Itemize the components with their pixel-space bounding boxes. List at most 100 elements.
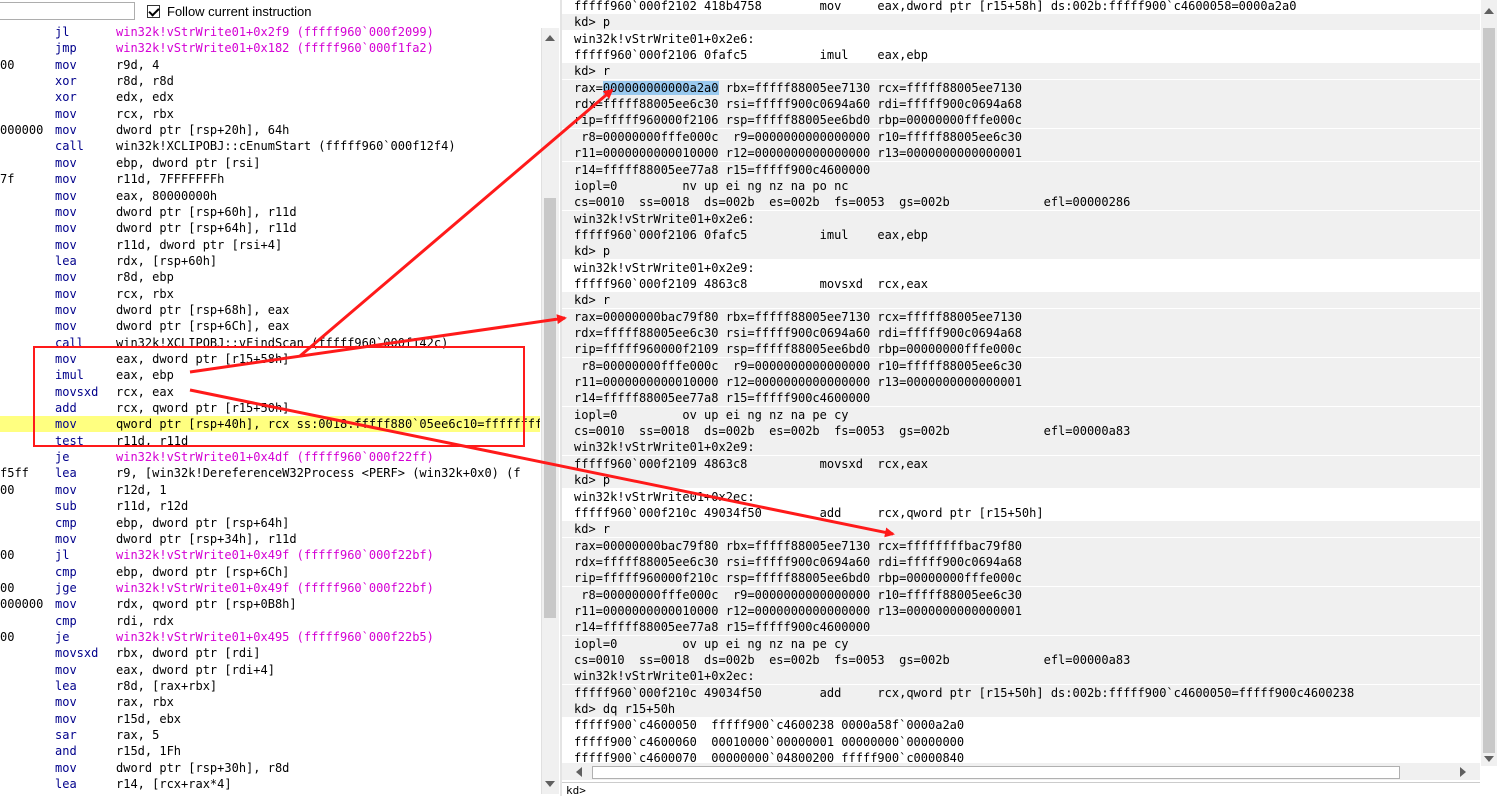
disasm-line[interactable]: lea r8d, [rax+rbx] <box>0 678 540 694</box>
command-output-line: iopl=0 nv up ei ng nz na po nc <box>562 177 1480 194</box>
output-text: iopl=0 ov up ei ng nz na pe cy <box>574 636 849 651</box>
disasm-operands: win32k!vStrWrite01+0x49f (fffff960`000f2… <box>116 580 434 595</box>
output-text: cs=0010 ss=0018 ds=002b es=002b fs=0053 … <box>574 424 1131 439</box>
disasm-mnemonic: imul <box>55 368 84 383</box>
disasm-line[interactable]: je win32k!vStrWrite01+0x4df (fffff960`000… <box>0 449 540 465</box>
follow-instruction-checkbox[interactable] <box>147 5 160 18</box>
disasm-address-fragment: 00 <box>0 482 15 497</box>
scroll-thumb[interactable] <box>1483 28 1495 753</box>
disasm-line[interactable]: call win32k!XCLIPOBJ::vFindScan (fffff960… <box>0 335 540 351</box>
scroll-right-arrow-icon[interactable] <box>1460 767 1466 777</box>
scroll-down-arrow-icon[interactable] <box>1484 756 1494 762</box>
disasm-mnemonic: jl <box>55 25 70 39</box>
command-output-line: rax=000000000000a2a0 rbx=fffff88005ee713… <box>562 79 1480 96</box>
disasm-line[interactable]: mov r15d, ebx <box>0 711 540 727</box>
command-vertical-scrollbar[interactable] <box>1481 0 1497 766</box>
disasm-line[interactable]: 000000 mov rdx, qword ptr [rsp+0B8h] <box>0 596 540 612</box>
disasm-line[interactable]: xor edx, edx <box>0 89 540 105</box>
disasm-line[interactable]: 7f mov r11d, 7FFFFFFFh <box>0 171 540 187</box>
disasm-line[interactable]: mov rcx, rbx <box>0 286 540 302</box>
disasm-mnemonic: mov <box>55 270 77 285</box>
output-text: iopl=0 nv up ei ng nz na po nc <box>574 178 849 193</box>
disasm-line[interactable]: test r11d, r11d <box>0 433 540 449</box>
output-text: rip=fffff960000f2109 rsp=fffff88005ee6bd… <box>574 342 1022 357</box>
disasm-line[interactable]: cmp ebp, dword ptr [rsp+64h] <box>0 515 540 531</box>
disassembly-vertical-scrollbar[interactable] <box>541 28 559 794</box>
disasm-line[interactable]: mov dword ptr [rsp+68h], eax <box>0 302 540 318</box>
disasm-line[interactable]: jl win32k!vStrWrite01+0x2f9 (fffff960`000… <box>0 24 540 40</box>
scroll-up-arrow-icon[interactable] <box>545 35 555 41</box>
disasm-line[interactable]: 00 jge win32k!vStrWrite01+0x49f (fffff960`… <box>0 580 540 596</box>
disasm-line[interactable]: mov dword ptr [rsp+34h], r11d <box>0 531 540 547</box>
command-output-line: win32k!vStrWrite01+0x2e9: <box>562 439 1480 456</box>
disasm-operands: dword ptr [rsp+68h], eax <box>116 302 290 317</box>
disasm-line[interactable]: 00 jl win32k!vStrWrite01+0x49f (fffff960`0… <box>0 547 540 563</box>
disasm-line[interactable]: call win32k!XCLIPOBJ::cEnumStart (fffff96… <box>0 138 540 154</box>
disasm-mnemonic: mov <box>55 319 77 334</box>
disasm-line[interactable]: cmp ebp, dword ptr [rsp+6Ch] <box>0 564 540 580</box>
disasm-line[interactable]: mov r11d, dword ptr [rsi+4] <box>0 237 540 253</box>
disasm-line[interactable]: and r15d, 1Fh <box>0 743 540 759</box>
output-text: kd> p <box>574 244 611 259</box>
command-echo-line: kd> p <box>562 14 1480 31</box>
command-output-line: r11=0000000000010000 r12=000000000000000… <box>562 374 1480 391</box>
disasm-operands: rdi, rdx <box>116 613 174 628</box>
disasm-current-line[interactable]: mov qword ptr [rsp+40h], rcx ss:0018:ffff… <box>0 416 540 433</box>
disasm-line[interactable]: lea r14, [rcx+rax*4] <box>0 776 540 792</box>
disasm-line[interactable]: xor r8d, r8d <box>0 73 540 89</box>
disasm-line[interactable]: mov dword ptr [rsp+6Ch], eax <box>0 318 540 334</box>
command-echo-line: kd> p <box>562 472 1480 489</box>
disasm-line[interactable]: mov rcx, rbx <box>0 106 540 122</box>
command-output-line: fffff900`c4600060 00010000`00000001 0000… <box>574 734 964 750</box>
disasm-line[interactable]: add rcx, qword ptr [r15+50h] <box>0 400 540 416</box>
output-text: kd> p <box>574 473 611 488</box>
follow-instruction-label: Follow current instruction <box>167 4 312 19</box>
address-input[interactable] <box>0 2 135 20</box>
disasm-line[interactable]: mov dword ptr [rsp+30h], r8d <box>0 760 540 776</box>
disasm-line[interactable]: mov eax, dword ptr [rdi+4] <box>0 662 540 678</box>
disasm-operands: rax, rbx <box>116 695 174 710</box>
disasm-line[interactable]: mov eax, 80000000h <box>0 188 540 204</box>
command-input[interactable]: kd> <box>562 782 1480 796</box>
disasm-line[interactable]: mov ebp, dword ptr [rsi] <box>0 155 540 171</box>
disasm-line[interactable]: 00 mov r9d, 4 <box>0 57 540 73</box>
disasm-line[interactable]: sar rax, 5 <box>0 727 540 743</box>
scroll-left-arrow-icon[interactable] <box>576 767 582 777</box>
disasm-line[interactable]: cmp rdi, rdx <box>0 613 540 629</box>
command-output-line: r14=fffff88005ee77a8 r15=fffff900c460000… <box>562 161 1480 178</box>
disasm-line[interactable]: mov dword ptr [rsp+64h], r11d <box>0 220 540 236</box>
disasm-line[interactable]: jmp win32k!vStrWrite01+0x182 (fffff960`00… <box>0 40 540 56</box>
disasm-line[interactable]: mov r8d, ebp <box>0 269 540 285</box>
disasm-mnemonic: jl <box>55 548 70 563</box>
disasm-operands: rax, 5 <box>116 728 160 743</box>
command-output-line: win32k!vStrWrite01+0x2e6: <box>574 31 755 47</box>
command-horizontal-scrollbar[interactable] <box>562 763 1480 780</box>
disasm-line[interactable]: 00 mov r12d, 1 <box>0 482 540 498</box>
disasm-line[interactable]: mov rax, rbx <box>0 694 540 710</box>
disasm-line[interactable]: sub r11d, r12d <box>0 498 540 514</box>
output-text: rdx=fffff88005ee6c30 rsi=fffff900c0694a6… <box>574 97 1022 112</box>
command-output-line: fffff960`000f210c 49034f50 add rcx,qword… <box>562 684 1480 701</box>
disasm-line[interactable]: imul eax, ebp <box>0 367 540 383</box>
output-text: kd> r <box>574 522 611 537</box>
output-text: win32k!vStrWrite01+0x2e6: <box>574 31 755 46</box>
scroll-up-arrow-icon[interactable] <box>1484 8 1494 14</box>
disasm-operands: dword ptr [rsp+6Ch], eax <box>116 319 290 334</box>
disasm-line[interactable]: lea rdx, [rsp+60h] <box>0 253 540 269</box>
disasm-line[interactable]: 00 je win32k!vStrWrite01+0x495 (fffff960`0… <box>0 629 540 645</box>
disasm-line[interactable]: f5ff lea r9, [win32k!DereferenceW32Process… <box>0 465 540 481</box>
output-text: kd> r <box>574 64 611 79</box>
disasm-line[interactable]: mov dword ptr [rsp+60h], r11d <box>0 204 540 220</box>
disasm-line[interactable]: movsxd rcx, eax <box>0 384 540 400</box>
disasm-operands: r11d, r11d <box>116 433 189 448</box>
output-text: r11=0000000000010000 r12=000000000000000… <box>574 146 1022 161</box>
scroll-thumb[interactable] <box>592 766 1400 779</box>
command-output-line: r14=fffff88005ee77a8 r15=fffff900c460000… <box>562 619 1480 636</box>
scroll-down-arrow-icon[interactable] <box>545 781 555 787</box>
disasm-line[interactable]: movsxd rbx, dword ptr [rdi] <box>0 645 540 661</box>
disasm-line[interactable]: 000000 mov dword ptr [rsp+20h], 64h <box>0 122 540 138</box>
scroll-thumb[interactable] <box>544 198 556 618</box>
disasm-address-fragment: 000000 <box>0 597 44 612</box>
disasm-line[interactable]: mov eax, dword ptr [r15+58h] <box>0 351 540 367</box>
disasm-operands: edx, edx <box>116 90 174 105</box>
